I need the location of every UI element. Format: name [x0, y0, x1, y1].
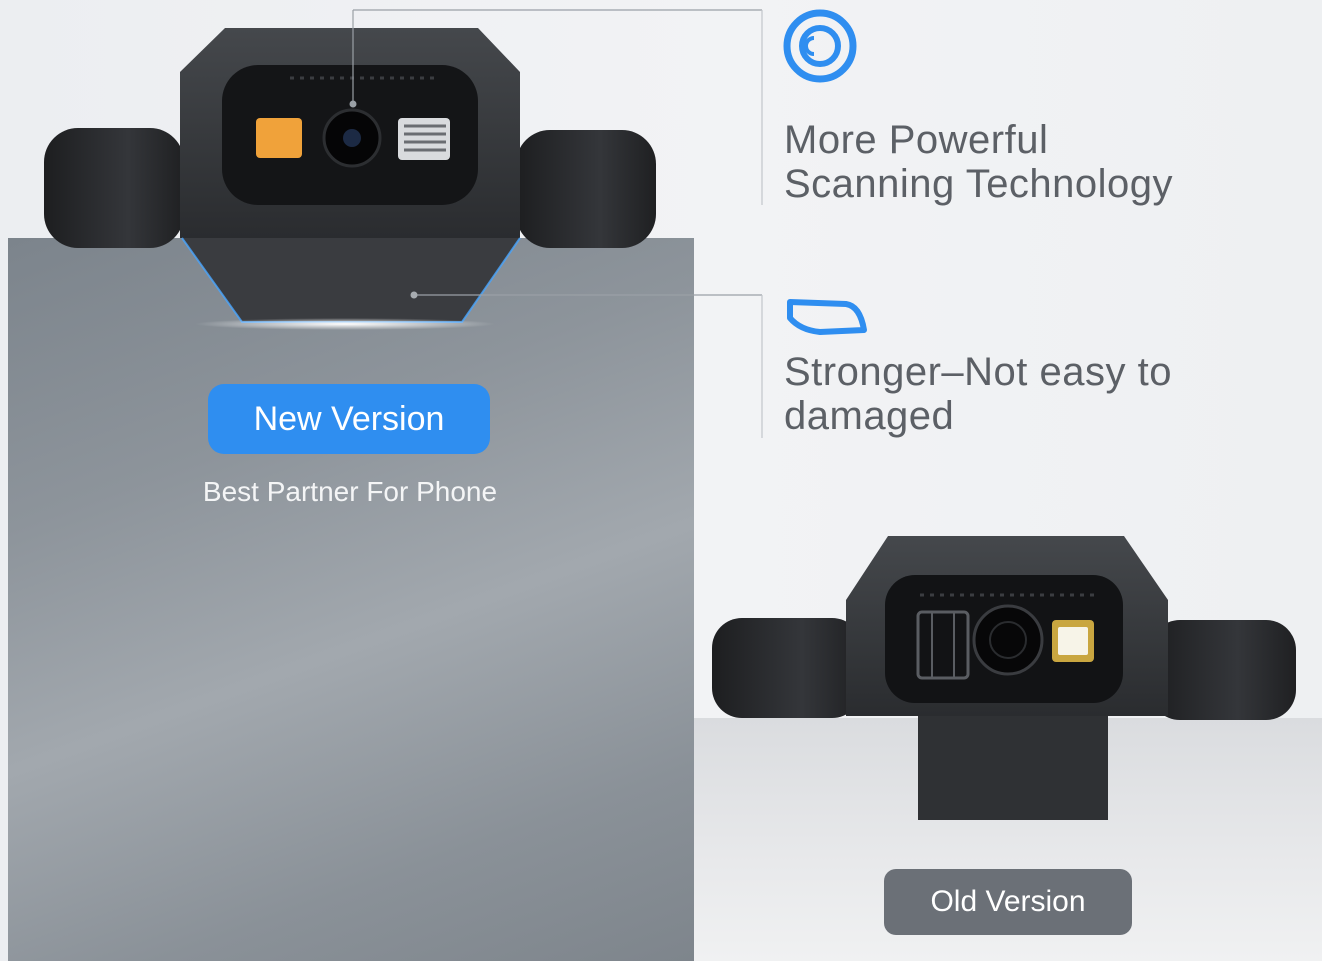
- feature-durability-line-1: Stronger–Not easy to: [784, 350, 1172, 394]
- new-version-subtitle: Best Partner For Phone: [202, 476, 498, 507]
- new-scanner-right-grip: [516, 130, 656, 248]
- old-scanner-left-grip: [712, 618, 862, 718]
- edge-highlight: [195, 318, 495, 330]
- new-scanner-left-grip: [44, 128, 184, 248]
- feature-scanning-text: More Powerful Scanning Technology: [784, 118, 1173, 206]
- old-scanner-device: [712, 536, 1296, 820]
- feature-durability-text: Stronger–Not easy to damaged: [784, 350, 1172, 438]
- old-scanner-clip: [918, 716, 1108, 820]
- new-version-badge: New Version: [208, 384, 490, 454]
- feature-durability-line-2: damaged: [784, 394, 955, 438]
- old-scanner-right-grip: [1150, 620, 1296, 720]
- feature-scanning-line-2: Scanning Technology: [784, 162, 1174, 206]
- target-ring-icon: [783, 9, 857, 83]
- shell-outline-icon: [787, 299, 867, 335]
- feature-scanning-line-1: More Powerful: [784, 118, 1049, 162]
- new-scanner-device: [44, 28, 656, 330]
- led-array-icon: [398, 118, 450, 160]
- amber-light-icon: [256, 118, 302, 158]
- old-version-badge: Old Version: [884, 869, 1132, 935]
- product-comparison-image: More Powerful Scanning Technology Strong…: [0, 0, 1322, 961]
- old-camera-lens-icon: [972, 604, 1044, 676]
